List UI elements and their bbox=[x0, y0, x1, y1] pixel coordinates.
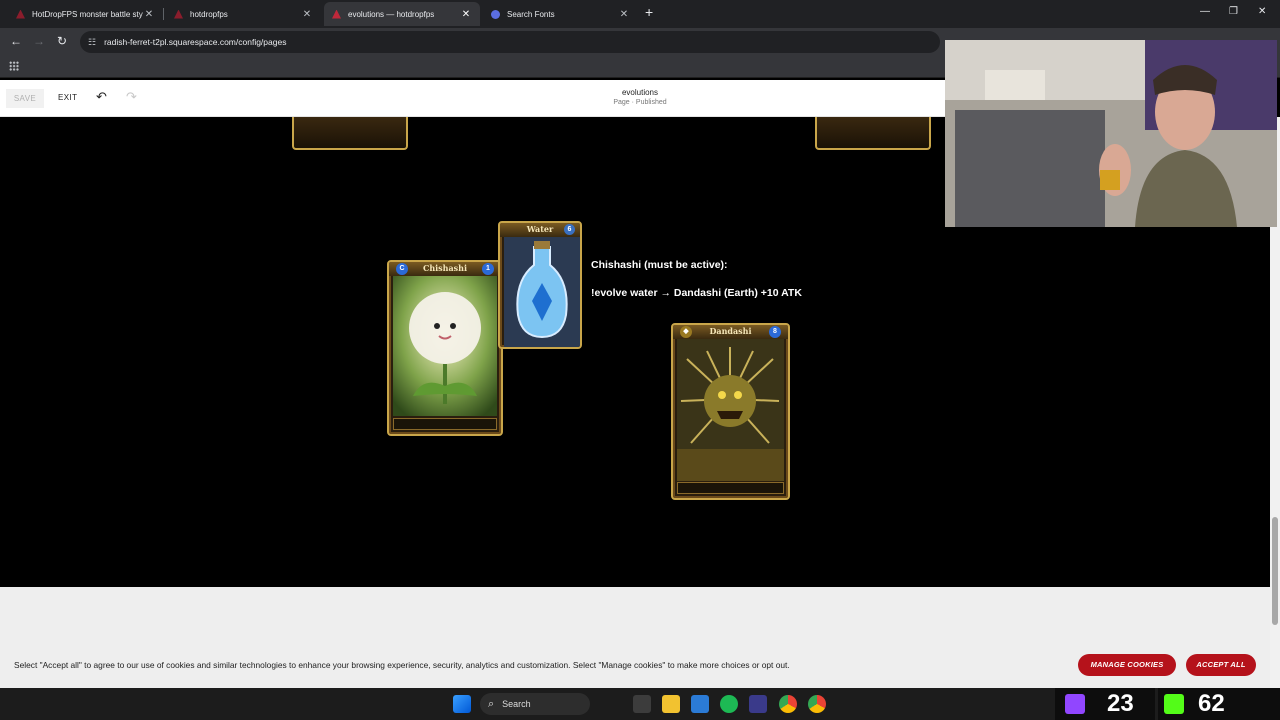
page-status: Page · Published bbox=[613, 99, 667, 106]
save-button[interactable]: SAVE bbox=[6, 89, 44, 108]
new-tab-icon[interactable]: + bbox=[645, 5, 653, 19]
notepad-icon[interactable] bbox=[691, 695, 709, 713]
card-dandashi[interactable]: Dandashi ◆ 8 bbox=[671, 323, 790, 500]
twitch-icon bbox=[1065, 694, 1085, 714]
close-icon[interactable]: ✕ bbox=[301, 9, 313, 20]
apps-grid-icon[interactable] bbox=[9, 61, 19, 71]
squarespace-icon bbox=[332, 9, 341, 19]
twitch-viewer-count: 23 bbox=[1107, 690, 1134, 717]
back-icon[interactable]: ← bbox=[10, 34, 22, 48]
spiky-beast-art bbox=[677, 339, 784, 481]
dandelion-creature-art bbox=[393, 276, 497, 416]
squarespace-icon bbox=[16, 9, 25, 19]
card-chishashi[interactable]: Chishashi C 1 bbox=[387, 260, 503, 436]
cookie-text: Select "Accept all" to agree to our use … bbox=[14, 660, 790, 670]
tab-title: Search Fonts bbox=[507, 9, 555, 19]
card-level: 6 bbox=[564, 224, 575, 235]
element-badge-icon: ◆ bbox=[680, 326, 692, 338]
tab-title: HotDropFPS monster battle sty bbox=[32, 9, 143, 19]
editor-header: SAVE EXIT ↶ ↷ evolutions Page · Publishe… bbox=[0, 80, 945, 117]
chrome-icon[interactable] bbox=[779, 695, 797, 713]
accept-all-button[interactable]: ACCEPT ALL bbox=[1186, 654, 1256, 676]
stream-stat-twitch: 23 bbox=[1055, 688, 1155, 720]
taskbar-search-label: Search bbox=[502, 699, 531, 709]
kick-viewer-count: 62 bbox=[1198, 690, 1225, 717]
maximize-icon[interactable]: ❐ bbox=[1229, 6, 1238, 17]
water-potion-art bbox=[504, 237, 580, 347]
url-text: radish-ferret-t2pl.squarespace.com/confi… bbox=[104, 37, 287, 47]
taskbar-search[interactable]: ⌕ Search bbox=[480, 693, 590, 715]
tab-title: evolutions — hotdropfps bbox=[348, 9, 435, 19]
chrome-profile-icon[interactable] bbox=[808, 695, 826, 713]
page-title: evolutions bbox=[621, 88, 659, 97]
manage-cookies-button[interactable]: MANAGE COOKIES bbox=[1078, 654, 1176, 676]
close-window-icon[interactable]: ✕ bbox=[1258, 6, 1266, 17]
forward-icon[interactable]: → bbox=[33, 34, 45, 48]
card-level: 1 bbox=[482, 263, 494, 275]
stream-stat-kick: 62 bbox=[1158, 688, 1280, 720]
scrollbar-thumb[interactable] bbox=[1272, 517, 1278, 625]
windows-start-icon[interactable] bbox=[453, 695, 471, 713]
evolution-command: !evolve water → Dandashi (Earth) +10 ATK bbox=[591, 287, 802, 299]
browser-tab-strip: HotDropFPS monster battle sty ✕ hotdropf… bbox=[0, 0, 1280, 28]
card-footer bbox=[393, 418, 497, 430]
hud-fx-icon[interactable] bbox=[749, 695, 767, 713]
undo-icon[interactable]: ↶ bbox=[96, 89, 107, 105]
element-badge-icon: C bbox=[396, 263, 408, 275]
cookie-banner: Select "Accept all" to agree to our use … bbox=[0, 587, 1270, 688]
card-bottom-partial bbox=[292, 117, 408, 150]
spotify-icon[interactable] bbox=[720, 695, 738, 713]
evolution-requirement: Chishashi (must be active): bbox=[591, 259, 728, 271]
card-bottom-partial bbox=[815, 117, 931, 150]
reload-icon[interactable]: ↻ bbox=[57, 34, 67, 48]
address-bar[interactable]: ☷ radish-ferret-t2pl.squarespace.com/con… bbox=[80, 31, 940, 53]
squarespace-icon bbox=[174, 9, 183, 19]
browser-tab[interactable]: HotDropFPS monster battle sty ✕ bbox=[8, 2, 163, 26]
browser-tab[interactable]: hotdropfps ✕ bbox=[166, 2, 321, 26]
close-icon[interactable]: ✕ bbox=[460, 9, 472, 20]
webcam-overlay bbox=[945, 40, 1277, 227]
card-water[interactable]: Water 6 bbox=[498, 221, 582, 349]
file-explorer-icon[interactable] bbox=[662, 695, 680, 713]
tab-title: hotdropfps bbox=[190, 9, 228, 19]
minimize-icon[interactable]: — bbox=[1200, 6, 1210, 17]
card-footer bbox=[677, 482, 784, 494]
search-icon: ⌕ bbox=[488, 697, 495, 710]
site-info-icon[interactable]: ☷ bbox=[88, 37, 96, 48]
task-view-icon[interactable] bbox=[633, 695, 651, 713]
card-level: 8 bbox=[769, 326, 781, 338]
close-icon[interactable]: ✕ bbox=[143, 9, 155, 20]
browser-tab[interactable]: Search Fonts ✕ bbox=[483, 2, 638, 26]
webcam-feed-image bbox=[945, 40, 1277, 227]
browser-tab-active[interactable]: evolutions — hotdropfps ✕ bbox=[324, 2, 480, 26]
redo-icon[interactable]: ↷ bbox=[126, 89, 137, 105]
tab-divider bbox=[163, 8, 164, 20]
fonts-icon bbox=[491, 9, 500, 19]
kick-icon bbox=[1164, 694, 1184, 714]
close-icon[interactable]: ✕ bbox=[618, 9, 630, 20]
exit-button[interactable]: EXIT bbox=[58, 93, 77, 102]
